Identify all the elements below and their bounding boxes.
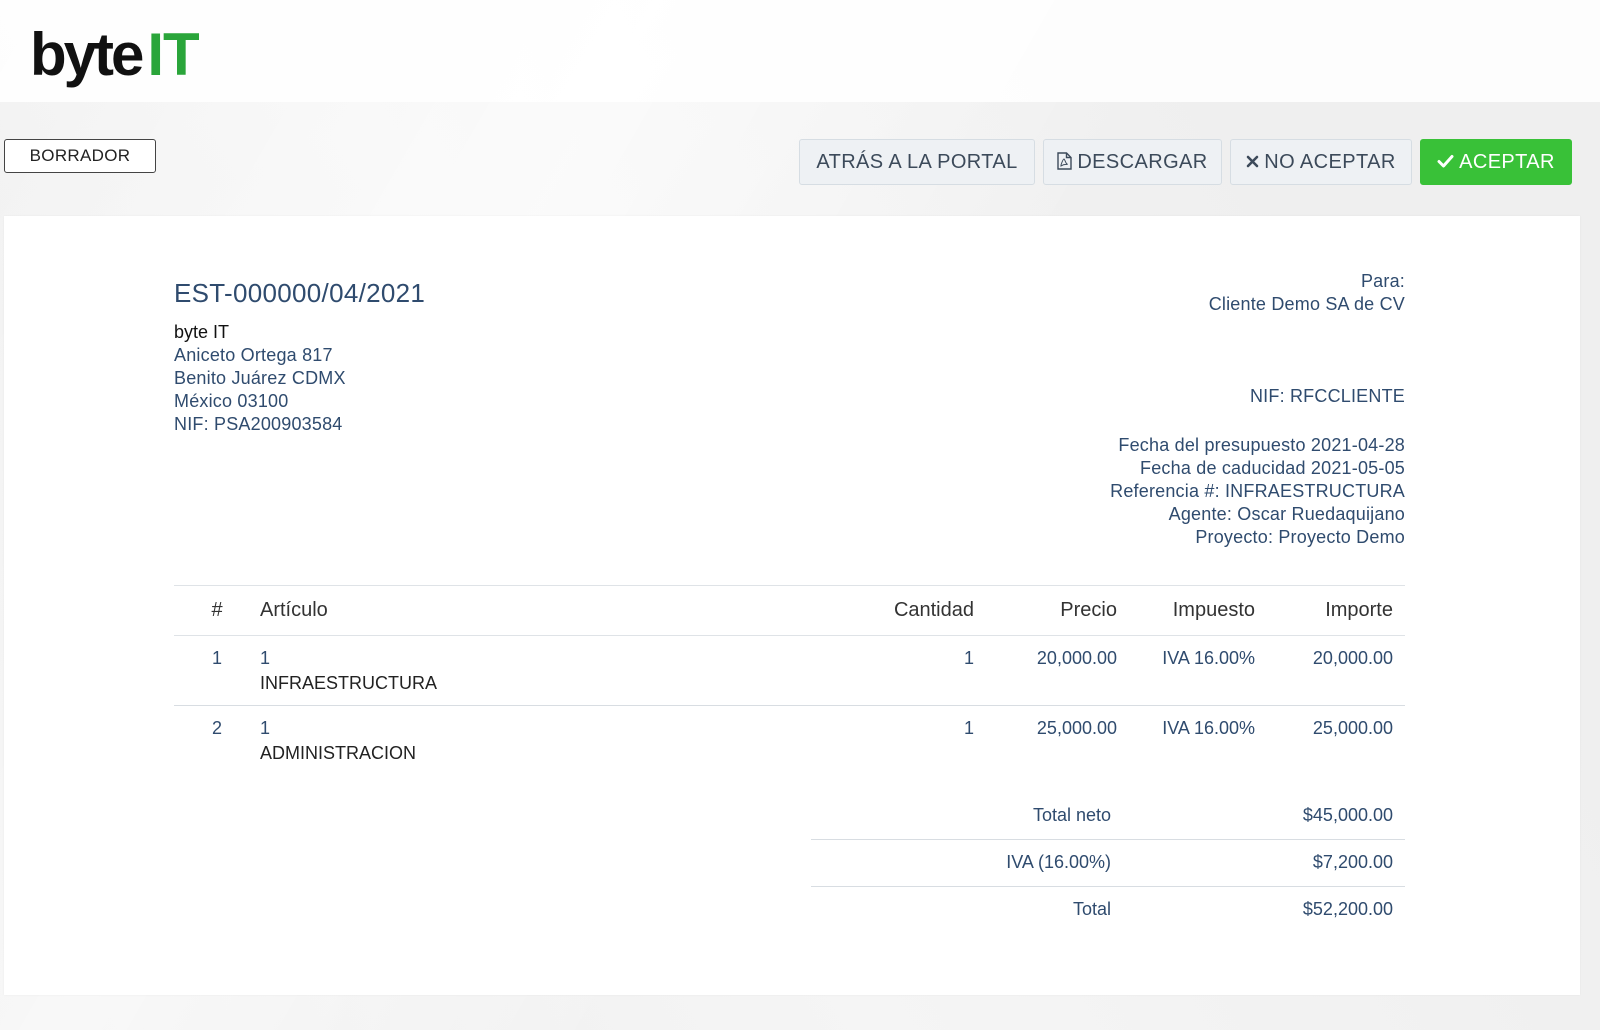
item-description: INFRAESTRUCTURA xyxy=(260,673,438,693)
status-badge: BORRADOR xyxy=(4,139,156,173)
header-bar xyxy=(0,0,1600,102)
reject-button[interactable]: NO ACEPTAR xyxy=(1230,139,1412,185)
agent: Agente: Oscar Ruedaquijano xyxy=(1168,504,1405,524)
item-name: 1 xyxy=(260,648,271,668)
expiry-date: Fecha de caducidad 2021-05-05 xyxy=(1140,458,1405,478)
item-name: 1 xyxy=(260,718,271,738)
grand-total-label: Total xyxy=(811,885,1111,933)
row-quantity: 1 xyxy=(963,648,974,668)
table-row: 1 1 INFRAESTRUCTURA 1 20,000.00 IVA 16.0… xyxy=(174,636,1405,706)
row-tax: IVA 16.00% xyxy=(1162,648,1255,668)
items-table: # Artículo Cantidad Precio Impuesto Impo… xyxy=(174,585,1405,776)
accept-button[interactable]: ACEPTAR xyxy=(1420,139,1572,185)
row-price: 20,000.00 xyxy=(1036,648,1117,668)
header-item: Artículo xyxy=(260,585,740,636)
header-quantity: Cantidad xyxy=(740,585,974,636)
x-icon xyxy=(1246,140,1259,184)
totals-table: Total neto $45,000.00 IVA (16.00%) $7,20… xyxy=(811,792,1405,933)
net-total-row: Total neto $45,000.00 xyxy=(811,792,1405,839)
row-amount: 25,000.00 xyxy=(1255,705,1405,776)
client-name: Cliente Demo SA de CV xyxy=(1208,294,1405,314)
download-label: DESCARGAR xyxy=(1077,151,1208,173)
row-number: 2 xyxy=(174,705,260,776)
row-number: 1 xyxy=(211,648,222,668)
company-address-line-2: Benito Juárez CDMX xyxy=(174,368,346,388)
company-nif: NIF: PSA200903584 xyxy=(174,414,343,434)
estimate-number: EST-000000/04/2021 xyxy=(174,278,426,308)
net-total-value: $45,000.00 xyxy=(1302,804,1393,825)
header-price: Precio xyxy=(974,585,1117,636)
back-to-portal-button[interactable]: ATRÁS A LA PORTAL xyxy=(799,139,1035,185)
tax-total-label: IVA (16.00%) xyxy=(811,838,1111,886)
company-name: byte IT xyxy=(174,322,230,342)
file-pdf-icon xyxy=(1057,140,1073,184)
table-row: 2 1 ADMINISTRACION 1 25,000.00 IVA 16.00… xyxy=(174,705,1405,776)
estimate-date: Fecha del presupuesto 2021-04-28 xyxy=(1118,435,1405,455)
company-logo: byte IT xyxy=(30,21,200,88)
row-price: 25,000.00 xyxy=(974,705,1117,776)
reference: Referencia #: INFRAESTRUCTURA xyxy=(1110,481,1405,501)
net-total-label: Total neto xyxy=(1032,804,1111,825)
header-number: # xyxy=(174,585,260,636)
row-item: 1 ADMINISTRACION xyxy=(260,705,740,776)
company-address-line-3: México 03100 xyxy=(174,391,289,411)
project: Proyecto: Proyecto Demo xyxy=(1195,527,1405,547)
tax-total-row: IVA (16.00%) $7,200.00 xyxy=(811,838,1405,886)
download-button[interactable]: DESCARGAR xyxy=(1043,139,1222,185)
check-icon xyxy=(1437,140,1454,184)
table-header-row: # Artículo Cantidad Precio Impuesto Impo… xyxy=(174,585,1405,636)
item-description: ADMINISTRACION xyxy=(260,743,417,763)
tax-total-value: $7,200.00 xyxy=(1111,838,1405,886)
row-tax: IVA 16.00% xyxy=(1117,705,1255,776)
back-to-portal-label: ATRÁS A LA PORTAL xyxy=(816,151,1018,173)
to-label: Para: xyxy=(1360,271,1405,291)
reject-label: NO ACEPTAR xyxy=(1264,151,1396,173)
grand-total-row: Total $52,200.00 xyxy=(811,885,1405,933)
row-amount: 20,000.00 xyxy=(1312,648,1393,668)
row-quantity: 1 xyxy=(740,705,974,776)
accept-label: ACEPTAR xyxy=(1459,151,1555,173)
grand-total-value: $52,200.00 xyxy=(1111,885,1405,933)
header-tax: Impuesto xyxy=(1117,585,1255,636)
row-item: 1 INFRAESTRUCTURA xyxy=(260,636,740,706)
header-amount: Importe xyxy=(1255,585,1405,636)
company-address-line-1: Aniceto Ortega 817 xyxy=(174,345,333,365)
client-nif: NIF: RFCCLIENTE xyxy=(1249,386,1405,406)
